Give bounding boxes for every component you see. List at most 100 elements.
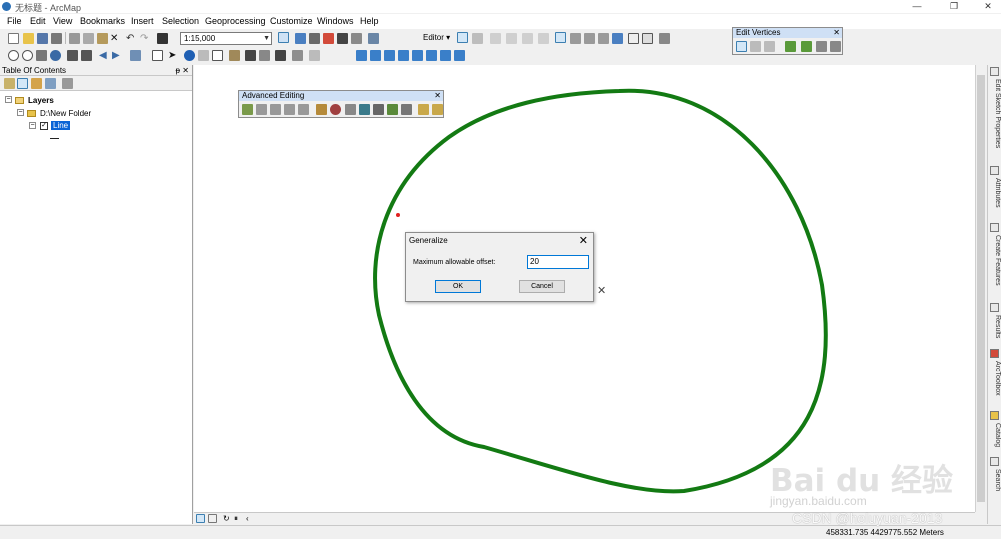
save-icon[interactable] <box>37 33 48 44</box>
tab-arctoolbox[interactable]: ArcToolbox <box>988 349 1001 396</box>
options-icon[interactable] <box>62 78 73 89</box>
tab-create-features[interactable]: Create Features <box>988 223 1001 286</box>
construct-points-icon[interactable] <box>373 104 384 115</box>
hyperlink-icon[interactable] <box>212 50 223 61</box>
list-by-visibility-icon[interactable] <box>31 78 42 89</box>
html-popup-icon[interactable] <box>198 50 209 61</box>
find-icon[interactable] <box>245 50 256 61</box>
tab-results[interactable]: Results <box>988 303 1001 338</box>
continue-feature-icon[interactable] <box>785 41 796 52</box>
trace-icon[interactable] <box>506 33 517 44</box>
pause-drawing-icon[interactable]: ⏸ <box>234 514 243 523</box>
menu-help[interactable]: Help <box>360 16 379 26</box>
copy-icon[interactable] <box>83 33 94 44</box>
attributes-icon[interactable] <box>628 33 639 44</box>
cancel-button[interactable]: Cancel <box>519 280 565 293</box>
extend-icon[interactable] <box>270 104 281 115</box>
maximize-button[interactable]: ❐ <box>942 0 966 13</box>
menu-geoprocessing[interactable]: Geoprocessing <box>205 16 266 26</box>
go-to-xy-icon[interactable] <box>275 50 286 61</box>
scroll-left-icon[interactable]: ‹ <box>246 514 255 523</box>
toolbox-icon[interactable] <box>323 33 334 44</box>
split-icon[interactable] <box>598 33 609 44</box>
select-features-icon[interactable] <box>130 50 141 61</box>
layer-line-node[interactable]: Line <box>51 121 71 130</box>
copy-features-icon[interactable] <box>242 104 253 115</box>
trim-icon[interactable] <box>284 104 295 115</box>
vertex-properties-icon[interactable] <box>830 41 841 52</box>
tab-edit-sketch-properties[interactable]: Edit Sketch Properties <box>988 67 1001 148</box>
redo-icon[interactable]: ↷ <box>140 33 151 44</box>
forward-extent-icon[interactable]: ▶ <box>112 50 123 61</box>
python-icon[interactable] <box>337 33 348 44</box>
rotate-icon[interactable] <box>612 33 623 44</box>
model-window-icon[interactable] <box>440 50 451 61</box>
menu-insert[interactable]: Insert <box>131 16 154 26</box>
minimize-button[interactable]: — <box>905 0 929 13</box>
reshape-icon[interactable] <box>570 33 581 44</box>
fixed-zoom-out-icon[interactable] <box>81 50 92 61</box>
back-extent-icon[interactable]: ◀ <box>99 50 110 61</box>
full-extent-icon[interactable] <box>50 50 61 61</box>
menu-file[interactable]: File <box>7 16 22 26</box>
menu-selection[interactable]: Selection <box>162 16 199 26</box>
paste-icon[interactable] <box>97 33 108 44</box>
advanced-editing-title[interactable]: Advanced Editing ✕ <box>239 91 443 101</box>
sketch-properties-icon[interactable] <box>642 33 653 44</box>
modify-sketch-icon[interactable] <box>736 41 747 52</box>
tab-attributes[interactable]: Attributes <box>988 166 1001 208</box>
smooth-icon[interactable] <box>432 104 443 115</box>
menu-windows[interactable]: Windows <box>317 16 354 26</box>
measure-icon[interactable] <box>229 50 240 61</box>
zoom-out-icon[interactable] <box>22 50 33 61</box>
select-elements-icon[interactable]: ➤ <box>168 50 179 61</box>
tab-search[interactable]: Search <box>988 457 1001 491</box>
midpoint-icon[interactable] <box>538 33 549 44</box>
close-button[interactable]: ✕ <box>976 0 1000 13</box>
menu-customize[interactable]: Customize <box>270 16 313 26</box>
tab-catalog[interactable]: Catalog <box>988 411 1001 447</box>
menu-bookmarks[interactable]: Bookmarks <box>80 16 125 26</box>
info-icon[interactable] <box>454 50 465 61</box>
open-icon[interactable] <box>23 33 34 44</box>
add-data-icon[interactable] <box>157 33 168 44</box>
python-window-icon[interactable] <box>426 50 437 61</box>
editor-toolbar-icon[interactable] <box>278 32 289 43</box>
generalize-icon[interactable] <box>418 104 429 115</box>
catalog-icon[interactable] <box>295 33 306 44</box>
explode-icon[interactable] <box>316 104 327 115</box>
edit-annotation-icon[interactable] <box>472 33 483 44</box>
data-view-icon[interactable] <box>196 514 205 523</box>
print-icon[interactable] <box>51 33 62 44</box>
align-to-shape-icon[interactable] <box>345 104 356 115</box>
replace-geometry-icon[interactable] <box>359 104 370 115</box>
point-icon[interactable] <box>522 33 533 44</box>
new-icon[interactable] <box>8 33 19 44</box>
fixed-zoom-in-icon[interactable] <box>67 50 78 61</box>
collapse-icon[interactable]: − <box>5 96 12 103</box>
create-viewer-icon[interactable] <box>309 50 320 61</box>
collapse-icon[interactable]: − <box>17 109 24 116</box>
edit-vertices-icon[interactable] <box>555 32 566 43</box>
help-arrow-icon[interactable] <box>368 33 379 44</box>
scrollbar-thumb[interactable] <box>977 75 985 502</box>
close-icon[interactable]: ✕ <box>182 65 189 76</box>
close-icon[interactable]: ✕ <box>833 28 840 38</box>
line-intersection-icon[interactable] <box>298 104 309 115</box>
straight-segment-icon[interactable] <box>490 33 501 44</box>
edit-tool-icon[interactable] <box>457 32 468 43</box>
list-by-drawing-order-icon[interactable] <box>4 78 15 89</box>
delete-icon[interactable]: ✕ <box>110 33 121 44</box>
menu-view[interactable]: View <box>53 16 72 26</box>
delete-vertex-icon[interactable] <box>764 41 775 52</box>
undo-icon[interactable]: ↶ <box>126 33 137 44</box>
layout-icon[interactable] <box>370 50 381 61</box>
collapse-icon[interactable]: − <box>29 122 36 129</box>
map-vertical-scrollbar[interactable] <box>975 65 986 512</box>
layer-visibility-checkbox[interactable]: ✓ <box>40 122 48 130</box>
menu-edit[interactable]: Edit <box>30 16 46 26</box>
pin-icon[interactable]: ᵽ <box>176 65 180 76</box>
cut-polygons-icon[interactable] <box>584 33 595 44</box>
list-by-selection-icon[interactable] <box>45 78 56 89</box>
folder-node[interactable]: D:\New Folder <box>40 109 91 118</box>
